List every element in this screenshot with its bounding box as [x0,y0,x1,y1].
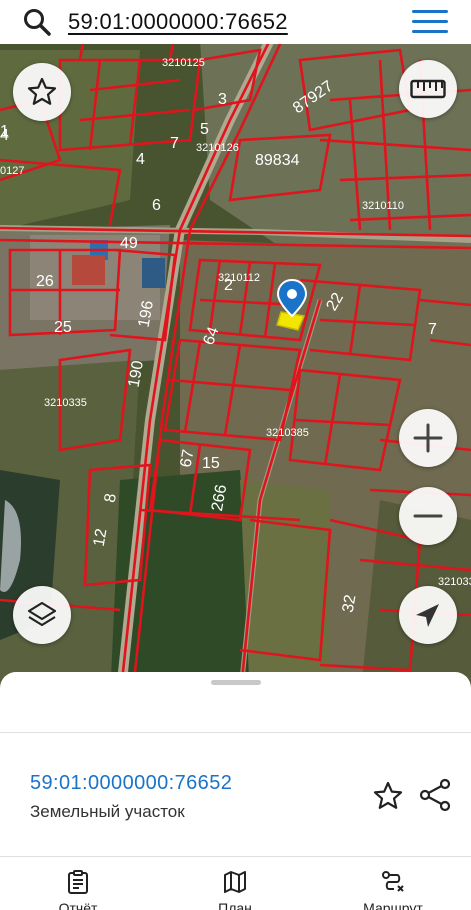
map-label: 89834 [255,152,300,169]
map-label: 0127 [0,165,24,177]
plus-icon [413,423,443,453]
favorite-map-button[interactable] [13,63,71,121]
tab-label: План [218,900,252,910]
hamburger-menu-icon[interactable] [412,10,448,36]
map-icon [224,871,246,893]
tab-report[interactable]: Отчёт [18,858,138,910]
my-location-button[interactable] [399,586,457,644]
star-outline-icon [27,77,57,105]
minus-icon [413,514,443,518]
route-icon [382,871,404,892]
map-label: 1 [0,123,9,140]
map-label: 5 [200,121,209,138]
zoom-in-button[interactable] [399,409,457,467]
tab-label: Отчёт [58,900,98,910]
navigation-arrow-icon [416,604,439,627]
map-label: 25 [54,319,72,336]
divider [0,732,471,733]
map-label: 3210126 [196,142,239,154]
layers-button[interactable] [13,586,71,644]
map-label: 3210335 [44,397,87,409]
ruler-button[interactable] [399,60,457,118]
object-type-label: Земельный участок [30,802,185,821]
map-label: 15 [202,455,220,472]
screen: 3210125 87927 89834 3210126 3210110 3210… [0,0,471,910]
map-label: 7 [170,135,179,152]
map-label: 12 [91,527,111,548]
bottom-tab-bar: Отчёт План Маршрут [0,858,471,910]
map-label: 4 [136,151,145,168]
map-label: 32 [340,593,360,614]
map-label: 3 [218,91,227,108]
ruler-icon [410,79,446,99]
tab-plan[interactable]: План [175,858,295,910]
search-input[interactable]: 59:01:0000000:76652 [68,9,288,35]
zoom-out-button[interactable] [399,487,457,545]
satellite-map-layer: 3210125 87927 89834 3210126 3210110 3210… [0,0,471,700]
map-label: 321033 [438,576,471,588]
layers-icon [27,601,57,627]
sheet-drag-handle[interactable] [211,680,261,685]
map-label: 3210125 [162,57,205,69]
map-label: 6 [152,197,161,214]
star-outline-icon[interactable] [372,780,404,812]
cadastral-number[interactable]: 59:01:0000000:76652 [30,772,232,795]
tab-route[interactable]: Маршрут [333,858,453,910]
tab-label: Маршрут [363,900,423,910]
object-bottom-sheet: 59:01:0000000:76652 Земельный участок От… [0,672,471,910]
map-label: 2 [224,277,233,294]
cadastral-map[interactable]: 3210125 87927 89834 3210126 3210110 3210… [0,0,471,700]
map-label: 26 [36,273,54,290]
map-label: 67 [178,448,198,469]
map-label: 7 [428,321,437,338]
share-icon[interactable] [418,778,452,812]
map-label: 3210110 [362,200,404,212]
map-label: 3210385 [266,427,309,439]
report-icon [68,870,88,894]
watermark: ONREG.RU [330,26,410,42]
divider [0,856,471,857]
search-icon[interactable] [22,7,52,37]
map-label: 49 [120,235,138,252]
